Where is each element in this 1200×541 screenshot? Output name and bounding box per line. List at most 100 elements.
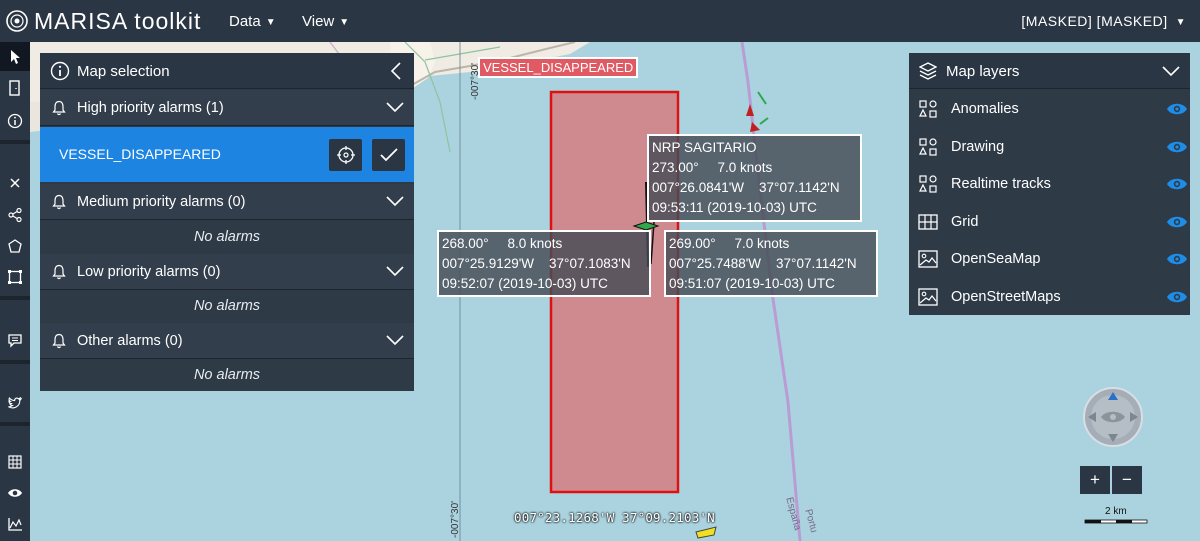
map-layers-panel: Map layers Anomalies Drawing Realtime tr… [909, 53, 1190, 315]
section-high-priority-alarms[interactable]: High priority alarms (1) [40, 90, 414, 126]
section-title: High priority alarms (1) [77, 100, 224, 116]
layer-label: Realtime tracks [951, 176, 1051, 192]
eye-icon[interactable] [1166, 252, 1188, 266]
bell-icon [52, 264, 66, 280]
zoom-in-button[interactable]: + [1080, 466, 1110, 494]
layer-label: Drawing [951, 138, 1005, 155]
chevron-down-icon [386, 102, 404, 113]
acknowledge-alarm-button[interactable] [372, 139, 405, 171]
close-icon [10, 177, 20, 188]
empty-alarms-text: No alarms [193, 367, 261, 383]
share-icon [8, 207, 22, 222]
compass-control[interactable] [1083, 387, 1143, 447]
table-icon [8, 454, 22, 469]
eye-icon[interactable] [1166, 140, 1188, 154]
layer-label: Anomalies [951, 101, 1019, 117]
section-other-alarms[interactable]: Other alarms (0) [40, 323, 414, 359]
eye-icon[interactable] [1166, 177, 1188, 191]
vessel-info-box: 269.00° 7.0 knots 007°25.7488'W 37°07.114… [664, 230, 878, 297]
door-icon [9, 79, 20, 96]
empty-alarms-text: No alarms [193, 298, 261, 314]
info-icon [50, 61, 70, 81]
info-icon [7, 113, 23, 128]
twitter-tool-button[interactable] [0, 388, 30, 417]
toolbar-divider [0, 296, 30, 300]
layer-label: Grid [951, 213, 979, 230]
collapse-panel-icon[interactable] [390, 62, 402, 80]
share-tool-button[interactable] [0, 200, 30, 229]
eye-icon[interactable] [1166, 215, 1188, 229]
panel-title: Map selection [77, 63, 170, 80]
map-selection-header: Map selection [40, 53, 414, 89]
alarm-item-label: VESSEL_DISAPPEARED [59, 146, 221, 162]
eye-icon[interactable] [1166, 102, 1188, 116]
scale-bar [1084, 519, 1148, 524]
comment-tool-button[interactable] [0, 325, 30, 354]
chevron-down-icon [1162, 66, 1180, 77]
line-chart-icon [8, 517, 22, 531]
panel-title: Map layers [946, 63, 1020, 80]
toolbar-divider [0, 360, 30, 364]
section-medium-priority-alarms[interactable]: Medium priority alarms (0) [40, 184, 414, 220]
layer-openseamap[interactable]: OpenSeaMap [909, 240, 1198, 278]
menu-data[interactable]: Data ▼ [229, 13, 276, 30]
toolbar-divider [0, 140, 30, 144]
twitter-icon [8, 396, 23, 408]
bell-icon [52, 333, 66, 349]
eye-icon [8, 488, 22, 497]
map-layers-header[interactable]: Map layers [909, 53, 1190, 89]
bell-icon [52, 194, 66, 210]
visibility-tool-button[interactable] [0, 478, 30, 507]
cursor-coordinates: 007°23.1268'W 37°09.2103'N [514, 510, 715, 525]
shapes-icon [919, 175, 937, 193]
select-tool-button[interactable] [0, 42, 30, 71]
polygon-icon [8, 238, 22, 253]
toolbar-divider [0, 422, 30, 426]
door-tool-button[interactable] [0, 73, 30, 102]
user-menu[interactable]: [MASKED] [MASKED] ▼ [1021, 13, 1186, 29]
section-low-priority-alarms[interactable]: Low priority alarms (0) [40, 254, 414, 290]
grid-longitude-label: -007°30' [450, 500, 461, 538]
locate-alarm-button[interactable] [329, 139, 362, 171]
layer-realtime-tracks[interactable]: Realtime tracks [909, 165, 1198, 203]
crosshair-icon [336, 146, 355, 164]
grid-icon [918, 213, 938, 230]
image-icon [918, 250, 938, 268]
scale-label: 2 km [1105, 506, 1127, 517]
app-title: MARISA toolkit [34, 8, 202, 34]
layer-anomalies[interactable]: Anomalies [909, 90, 1198, 128]
alarm-item[interactable]: VESSEL_DISAPPEARED [40, 127, 414, 182]
comment-icon [8, 333, 22, 348]
shapes-icon [919, 137, 937, 156]
pointer-icon [11, 49, 20, 64]
layer-label: OpenSeaMap [951, 251, 1041, 267]
chart-tool-button[interactable] [0, 509, 30, 538]
chevron-down-icon [386, 266, 404, 277]
layer-grid[interactable]: Grid [909, 203, 1198, 241]
section-title: Medium priority alarms (0) [77, 194, 246, 210]
layers-icon [919, 62, 937, 80]
checkmark-icon [379, 148, 398, 162]
section-title: Other alarms (0) [77, 333, 183, 349]
menu-view[interactable]: View ▼ [302, 13, 349, 30]
clear-tool-button[interactable] [0, 168, 30, 197]
section-title: Low priority alarms (0) [77, 264, 221, 280]
eye-icon[interactable] [1166, 290, 1188, 304]
shapes-icon [919, 100, 937, 118]
vessel-info-box: NRP SAGITARIO 273.00° 7.0 knots 007°26.084… [647, 134, 862, 222]
layer-drawing[interactable]: Drawing [909, 128, 1198, 166]
top-bar: MARISA toolkit Data ▼ View ▼ [MASKED] [MAS… [0, 0, 1200, 42]
rectangle-tool-button[interactable] [0, 262, 30, 291]
bell-icon [52, 100, 66, 116]
vessel-info-box: 268.00° 8.0 knots 007°25.9129'W 37°07.108… [437, 230, 651, 297]
rectangle-icon [8, 269, 22, 284]
table-tool-button[interactable] [0, 447, 30, 476]
logo-icon [6, 10, 28, 32]
chevron-down-icon [386, 196, 404, 207]
info-tool-button[interactable] [0, 106, 30, 135]
alarm-area-label: VESSEL_DISAPPEARED [478, 57, 639, 78]
layer-openstreetmaps[interactable]: OpenStreetMaps [909, 278, 1198, 316]
left-toolbar [0, 42, 30, 541]
polygon-tool-button[interactable] [0, 231, 30, 260]
zoom-out-button[interactable]: − [1112, 466, 1142, 494]
